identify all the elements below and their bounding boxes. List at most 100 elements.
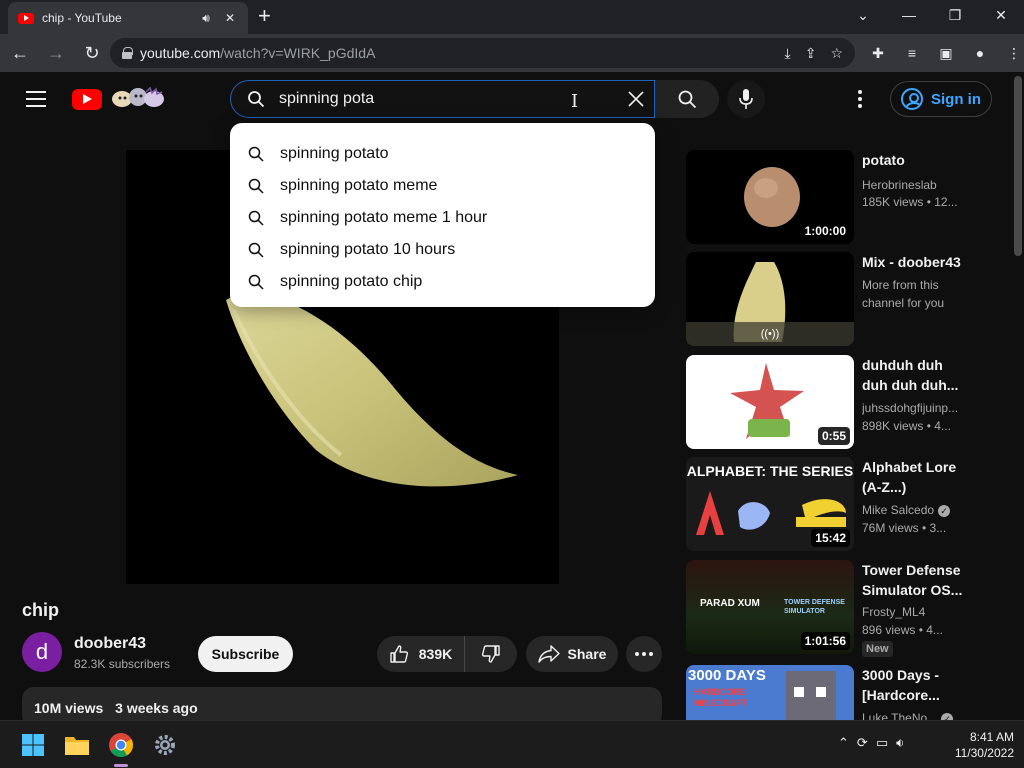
recommendation-title[interactable]: Tower Defense Simulator OS... [862,560,972,600]
sync-alert-icon[interactable]: ⟳ [857,735,868,751]
recommendation-item[interactable]: 1:00:00 potato Herobrineslab 185K views … [686,150,1006,244]
view-count: 10M views [34,700,104,716]
subscriber-count: 82.3K subscribers [74,657,171,671]
page-scrollbar[interactable] [1012,72,1024,720]
search-icon [248,146,264,162]
search-button[interactable] [655,80,719,118]
more-actions-button[interactable] [626,636,662,672]
settings-gear-icon[interactable] [149,729,181,761]
account-circle-icon [901,88,923,110]
search-box[interactable]: spinning pota I [230,80,655,118]
sign-in-label: Sign in [931,90,981,108]
recommendation-channel[interactable]: Herobrineslab [862,178,972,192]
youtube-doodle-icon[interactable] [110,84,166,112]
tray-chevron-up-icon[interactable]: ⌃ [838,735,849,751]
thumbs-up-icon [390,645,408,663]
recommendation-channel[interactable]: Luke TheNo... ✓ [862,711,972,720]
sign-in-button[interactable]: Sign in [890,81,992,117]
media-queue-icon[interactable]: ≡ [896,38,928,68]
dislike-button[interactable] [465,644,517,664]
like-button[interactable]: 839K [377,636,465,672]
extensions-puzzle-icon[interactable]: ✚ [862,38,894,68]
video-thumbnail[interactable]: PARAD XUM TOWER DEFENSE SIMULATOR 1:01:5… [686,560,854,654]
settings-more-icon[interactable] [848,87,872,111]
video-thumbnail[interactable]: 3000 DAYS HARDCORE MINECRAFT [686,665,854,720]
youtube-logo-icon[interactable] [72,89,102,110]
suggestion-item[interactable]: spinning potato chip [230,266,655,298]
search-suggestions-dropdown: spinning potato spinning potato meme spi… [230,123,655,307]
channel-name[interactable]: doober43 [74,635,146,653]
bookmark-star-icon[interactable]: ☆ [830,45,843,62]
recommendation-title[interactable]: duhduh duh duh duh duh... [862,355,972,395]
recommendation-item[interactable]: ((•)) Mix - doober43 More from this chan… [686,252,1006,346]
share-page-icon[interactable]: ⇪ [805,45,817,62]
recommendation-item[interactable]: PARAD XUM TOWER DEFENSE SIMULATOR 1:01:5… [686,560,1006,657]
recommendation-item[interactable]: 3000 DAYS HARDCORE MINECRAFT 3000 Days -… [686,665,1006,720]
video-thumbnail[interactable]: ALPHABET: THE SERIES 15:42 [686,457,854,551]
subscribe-button[interactable]: Subscribe [198,636,293,672]
browser-toolbar: ← → ↻ youtube.com/watch?v=WIRK_pGdIdA ⤓ … [0,34,1024,72]
voice-search-button[interactable] [727,80,765,118]
share-button[interactable]: Share [526,636,618,672]
recommendation-meta: channel for you [862,296,945,310]
minimize-icon[interactable]: — [886,0,932,30]
install-app-icon[interactable]: ⤓ [785,45,791,62]
speaker-icon[interactable]: 🔊︎ [198,11,214,26]
chrome-icon[interactable] [105,729,137,761]
upload-date: 3 weeks ago [115,700,198,716]
new-tab-button[interactable]: + [258,5,271,27]
recommendation-item[interactable]: ALPHABET: THE SERIES 15:42 Alphabet Lore… [686,457,1006,551]
suggestion-item[interactable]: spinning potato meme [230,170,655,202]
recommendation-title[interactable]: 3000 Days - [Hardcore... [862,665,972,705]
channel-avatar[interactable]: d [22,632,62,672]
recommendation-channel[interactable]: juhssdohgfijuinp... [862,401,972,415]
recommendation-channel: More from this [862,278,939,292]
tab-close-icon[interactable]: ✕ [222,11,238,25]
recommendation-channel[interactable]: Mike Salcedo ✓ [862,503,972,517]
video-duration: 1:01:56 [800,632,850,650]
suggestion-item[interactable]: spinning potato [230,138,655,170]
recommendation-title[interactable]: Mix - doober43 [862,252,972,272]
suggestion-item[interactable]: spinning potato 10 hours [230,234,655,266]
recommendation-meta: 185K views • 12... [862,195,958,209]
profile-icon[interactable]: ● [964,38,996,68]
windows-taskbar: ⌃ ⟳ ▭ 🔉︎ 8:41 AM 11/30/2022 [0,720,1024,768]
hamburger-menu-icon[interactable] [26,91,46,107]
video-thumbnail[interactable]: 0:55 [686,355,854,449]
restore-icon[interactable]: ❐ [932,0,978,30]
recommendation-item[interactable]: 0:55 duhduh duh duh duh duh... juhssdohg… [686,355,1006,449]
search-icon [248,242,264,258]
tab-title: chip - YouTube [42,11,122,25]
mix-radio-icon: ((•)) [686,322,854,346]
side-panel-icon[interactable]: ▣ [930,38,962,68]
reload-icon[interactable]: ↻ [76,37,108,69]
window-controls: ⌄ — ❐ ✕ [840,0,1024,34]
taskbar-clock[interactable]: 8:41 AM 11/30/2022 [944,729,1014,761]
url-text[interactable]: youtube.com/watch?v=WIRK_pGdIdA [140,45,777,61]
volume-icon[interactable]: 🔉︎ [896,735,904,751]
recommendation-title[interactable]: potato [862,150,972,170]
tab-search-chevron-icon[interactable]: ⌄ [840,0,886,30]
system-tray: ⌃ ⟳ ▭ 🔉︎ [838,735,904,751]
browser-menu-icon[interactable]: ⋮ [998,38,1024,68]
lock-icon[interactable] [122,47,133,59]
omnibox-actions: ⤓ ⇪ ☆ [785,45,856,62]
new-badge: New [862,641,893,657]
clear-search-icon[interactable] [624,87,648,111]
clock-time: 8:41 AM [969,730,1014,744]
file-explorer-icon[interactable] [61,729,93,761]
network-monitor-icon[interactable]: ▭ [876,735,888,751]
back-arrow-icon[interactable]: ← [4,37,36,69]
recommendation-title[interactable]: Alphabet Lore (A-Z...) [862,457,972,497]
video-thumbnail[interactable]: ((•)) [686,252,854,346]
video-thumbnail[interactable]: 1:00:00 [686,150,854,244]
window-close-icon[interactable]: ✕ [978,0,1024,30]
forward-arrow-icon[interactable]: → [40,37,72,69]
windows-start-icon[interactable] [17,729,49,761]
scrollbar-thumb[interactable] [1014,76,1022,256]
search-icon [248,91,265,108]
suggestion-item[interactable]: spinning potato meme 1 hour [230,202,655,234]
address-bar[interactable]: youtube.com/watch?v=WIRK_pGdIdA ⤓ ⇪ ☆ [110,38,855,68]
browser-tab[interactable]: chip - YouTube 🔊︎ ✕ [8,2,248,34]
recommendation-channel[interactable]: Frosty_ML4 [862,605,972,619]
